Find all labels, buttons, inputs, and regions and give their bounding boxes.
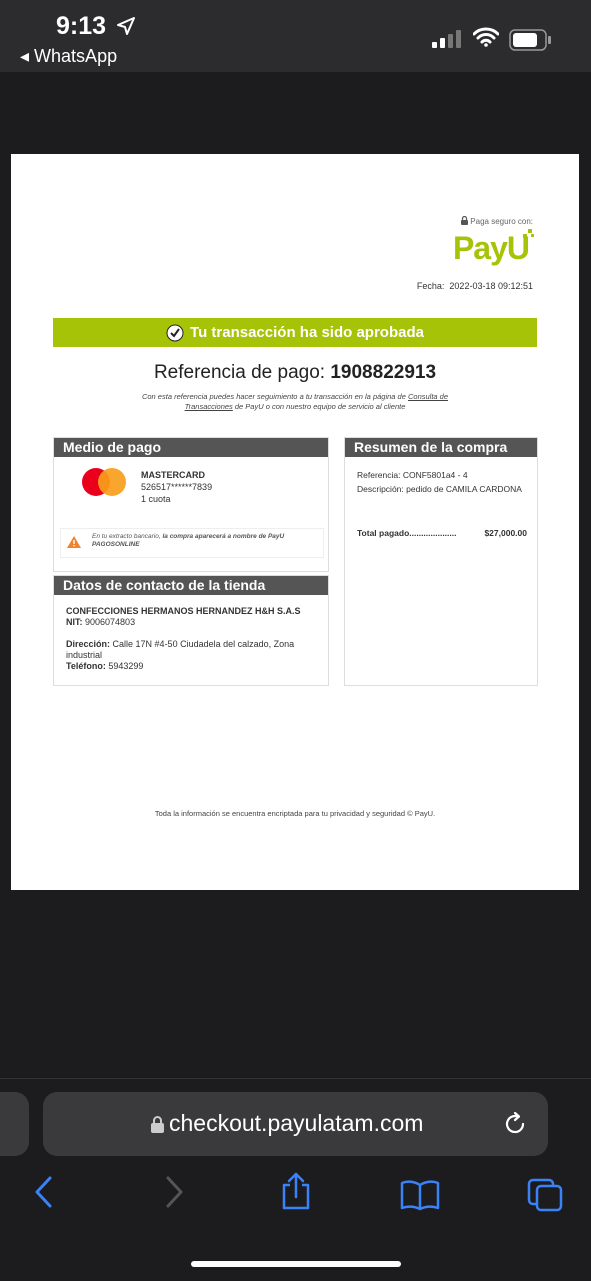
tabs-icon[interactable] <box>526 1177 564 1213</box>
warning-icon <box>67 536 81 548</box>
location-arrow-icon <box>117 17 135 35</box>
wifi-icon <box>473 27 499 47</box>
card-info: MASTERCARD 526517******7839 1 cuota <box>141 469 212 505</box>
store-phone: Teléfono: 5943299 <box>66 661 144 671</box>
payu-logo: PayU <box>452 230 530 266</box>
payment-method-title: Medio de pago <box>54 438 328 457</box>
lock-icon <box>151 1116 164 1133</box>
statement-notice-text: En tu extracto bancario, la compra apare… <box>92 533 285 548</box>
store-contact-title: Datos de contacto de la tienda <box>54 576 328 595</box>
checkmark-icon <box>166 324 184 341</box>
share-icon[interactable] <box>280 1171 312 1211</box>
purchase-summary-body: Referencia: CONF5801a4 - 4 Descripción: … <box>357 468 529 496</box>
back-app-label: WhatsApp <box>34 46 118 66</box>
forward-icon[interactable] <box>160 1175 186 1209</box>
approval-banner: Tu transacción ha sido aprobada <box>53 318 537 347</box>
purchase-summary-panel: Resumen de la compra Referencia: CONF580… <box>344 437 538 686</box>
summary-total-value: $27,000.00 <box>484 528 527 538</box>
payment-reference-number: 1908822913 <box>330 362 437 383</box>
statement-notice: En tu extracto bancario, la compra apare… <box>60 528 324 558</box>
store-contact-body: CONFECCIONES HERMANOS HERNANDEZ H&H S.A.… <box>66 606 321 672</box>
mastercard-logo <box>82 468 126 496</box>
card-installments: 1 cuota <box>141 494 171 504</box>
payment-reference: Referencia de pago: 1908822913 <box>153 362 437 383</box>
status-bar: 9:13 ◂ WhatsApp <box>0 0 591 72</box>
store-address: Dirección: Calle 17N #4-50 Ciudadela del… <box>66 639 295 660</box>
status-time: 9:13 <box>56 12 107 40</box>
store-contact-panel: Datos de contacto de la tienda CONFECCIO… <box>53 575 329 686</box>
previous-tab-preview[interactable] <box>0 1092 29 1156</box>
reference-note: Con esta referencia puedes hacer seguimi… <box>141 392 449 411</box>
back-to-app-link[interactable]: ◂ WhatsApp <box>20 46 117 67</box>
card-number: 526517******7839 <box>141 482 213 492</box>
payment-receipt-page: Paga seguro con: PayU Fecha: 2022-03-18 … <box>11 154 579 890</box>
summary-description: Descripción: pedido de CAMILA CARDONA <box>357 484 522 494</box>
back-icon[interactable] <box>32 1175 58 1209</box>
security-footer: Toda la información se encuentra encript… <box>154 809 436 818</box>
store-nit: NIT: 9006074803 <box>66 617 136 627</box>
summary-total: Total pagado.................... $27,000… <box>357 528 527 538</box>
address-bar[interactable]: checkout.payulatam.com <box>43 1092 548 1156</box>
approval-message: Tu transacción ha sido aprobada <box>190 324 424 341</box>
lock-icon <box>461 215 469 225</box>
bookmarks-icon[interactable] <box>400 1179 440 1211</box>
payment-method-panel: Medio de pago MASTERCARD 526517******783… <box>53 437 329 572</box>
browser-bottom-bar: checkout.payulatam.com <box>0 1078 591 1281</box>
purchase-summary-title: Resumen de la compra <box>345 438 537 457</box>
summary-reference: Referencia: CONF5801a4 - 4 <box>357 470 468 480</box>
home-indicator <box>191 1261 401 1267</box>
battery-icon <box>509 29 551 51</box>
secure-payment-label: Paga seguro con: <box>461 215 533 226</box>
payu-logo-dots <box>523 229 534 238</box>
reload-icon[interactable] <box>501 1110 529 1138</box>
store-company-name: CONFECCIONES HERMANOS HERNANDEZ H&H S.A.… <box>66 606 301 616</box>
card-brand: MASTERCARD <box>141 470 205 480</box>
url-text[interactable]: checkout.payulatam.com <box>169 1110 423 1137</box>
transaction-date: Fecha: 2022-03-18 09:12:51 <box>416 281 533 291</box>
signal-icon <box>432 30 461 48</box>
